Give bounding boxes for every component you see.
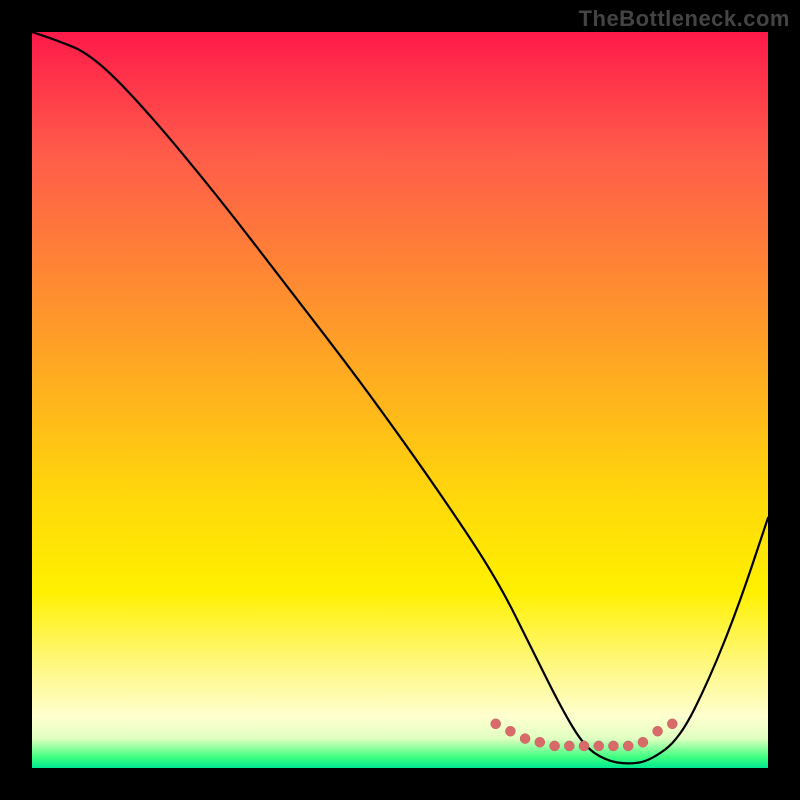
marker-dot (579, 741, 589, 751)
watermark-text: TheBottleneck.com (579, 6, 790, 32)
plot-area (32, 32, 768, 768)
curve-svg (32, 32, 768, 768)
marker-dot (505, 726, 515, 736)
marker-dot (491, 719, 501, 729)
marker-dot (653, 726, 663, 736)
marker-dot (667, 719, 677, 729)
marker-dot (550, 741, 560, 751)
marker-dot (535, 737, 545, 747)
marker-dot (564, 741, 574, 751)
marker-dot (520, 734, 530, 744)
marker-dot (594, 741, 604, 751)
marker-dot (608, 741, 618, 751)
marker-dot (638, 737, 648, 747)
optimal-range-markers (491, 719, 678, 751)
bottleneck-curve-path (32, 32, 768, 763)
bottleneck-chart: TheBottleneck.com (0, 0, 800, 800)
marker-dot (623, 741, 633, 751)
